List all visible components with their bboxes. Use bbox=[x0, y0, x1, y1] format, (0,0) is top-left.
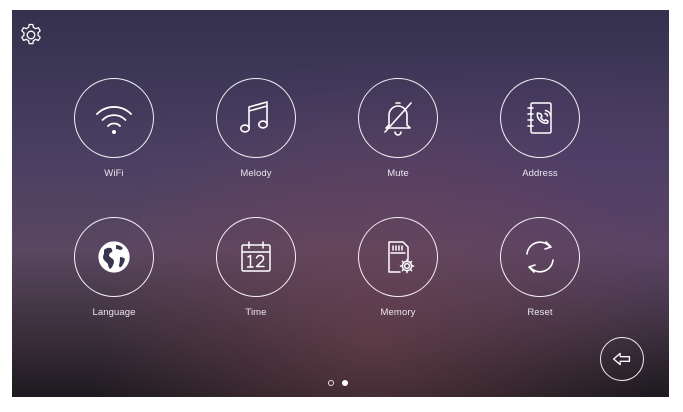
settings-screen: WiFi Melody Mute Address Language Time M… bbox=[12, 10, 669, 397]
menu-item-label: Address bbox=[522, 168, 558, 179]
back-arrow-icon bbox=[612, 352, 631, 366]
menu-item-address[interactable]: Address bbox=[485, 78, 595, 180]
memory-card-icon bbox=[388, 241, 415, 274]
menu-item-language[interactable]: Language bbox=[59, 217, 169, 319]
menu-item-time[interactable]: Time bbox=[201, 217, 311, 319]
language-button[interactable] bbox=[74, 217, 154, 297]
page-indicator bbox=[328, 380, 348, 386]
gear-icon[interactable] bbox=[18, 22, 44, 48]
menu-item-label: WiFi bbox=[104, 168, 124, 179]
page-dot-2[interactable] bbox=[342, 380, 348, 386]
menu-item-memory[interactable]: Memory bbox=[343, 217, 453, 319]
menu-item-label: Reset bbox=[527, 307, 553, 318]
music-note-icon bbox=[240, 101, 268, 133]
bell-off-icon bbox=[384, 102, 412, 136]
memory-button[interactable] bbox=[358, 217, 438, 297]
melody-button[interactable] bbox=[216, 78, 296, 158]
wifi-icon bbox=[96, 106, 132, 134]
globe-icon bbox=[98, 241, 130, 273]
address-book-icon bbox=[527, 102, 552, 134]
menu-item-label: Time bbox=[245, 307, 267, 318]
menu-item-mute[interactable]: Mute bbox=[343, 78, 453, 180]
refresh-icon bbox=[526, 241, 554, 273]
menu-item-melody[interactable]: Melody bbox=[201, 78, 311, 180]
menu-item-label: Language bbox=[92, 307, 136, 318]
menu-item-label: Memory bbox=[380, 307, 416, 318]
page-dot-1[interactable] bbox=[328, 380, 334, 386]
back-button[interactable] bbox=[600, 337, 644, 381]
wifi-button[interactable] bbox=[74, 78, 154, 158]
address-button[interactable] bbox=[500, 78, 580, 158]
menu-item-wifi[interactable]: WiFi bbox=[59, 78, 169, 180]
menu-item-reset[interactable]: Reset bbox=[485, 217, 595, 319]
menu-item-label: Melody bbox=[240, 168, 272, 179]
time-button[interactable] bbox=[216, 217, 296, 297]
mute-button[interactable] bbox=[358, 78, 438, 158]
reset-button[interactable] bbox=[500, 217, 580, 297]
calendar-icon bbox=[241, 241, 271, 272]
menu-item-label: Mute bbox=[387, 168, 409, 179]
